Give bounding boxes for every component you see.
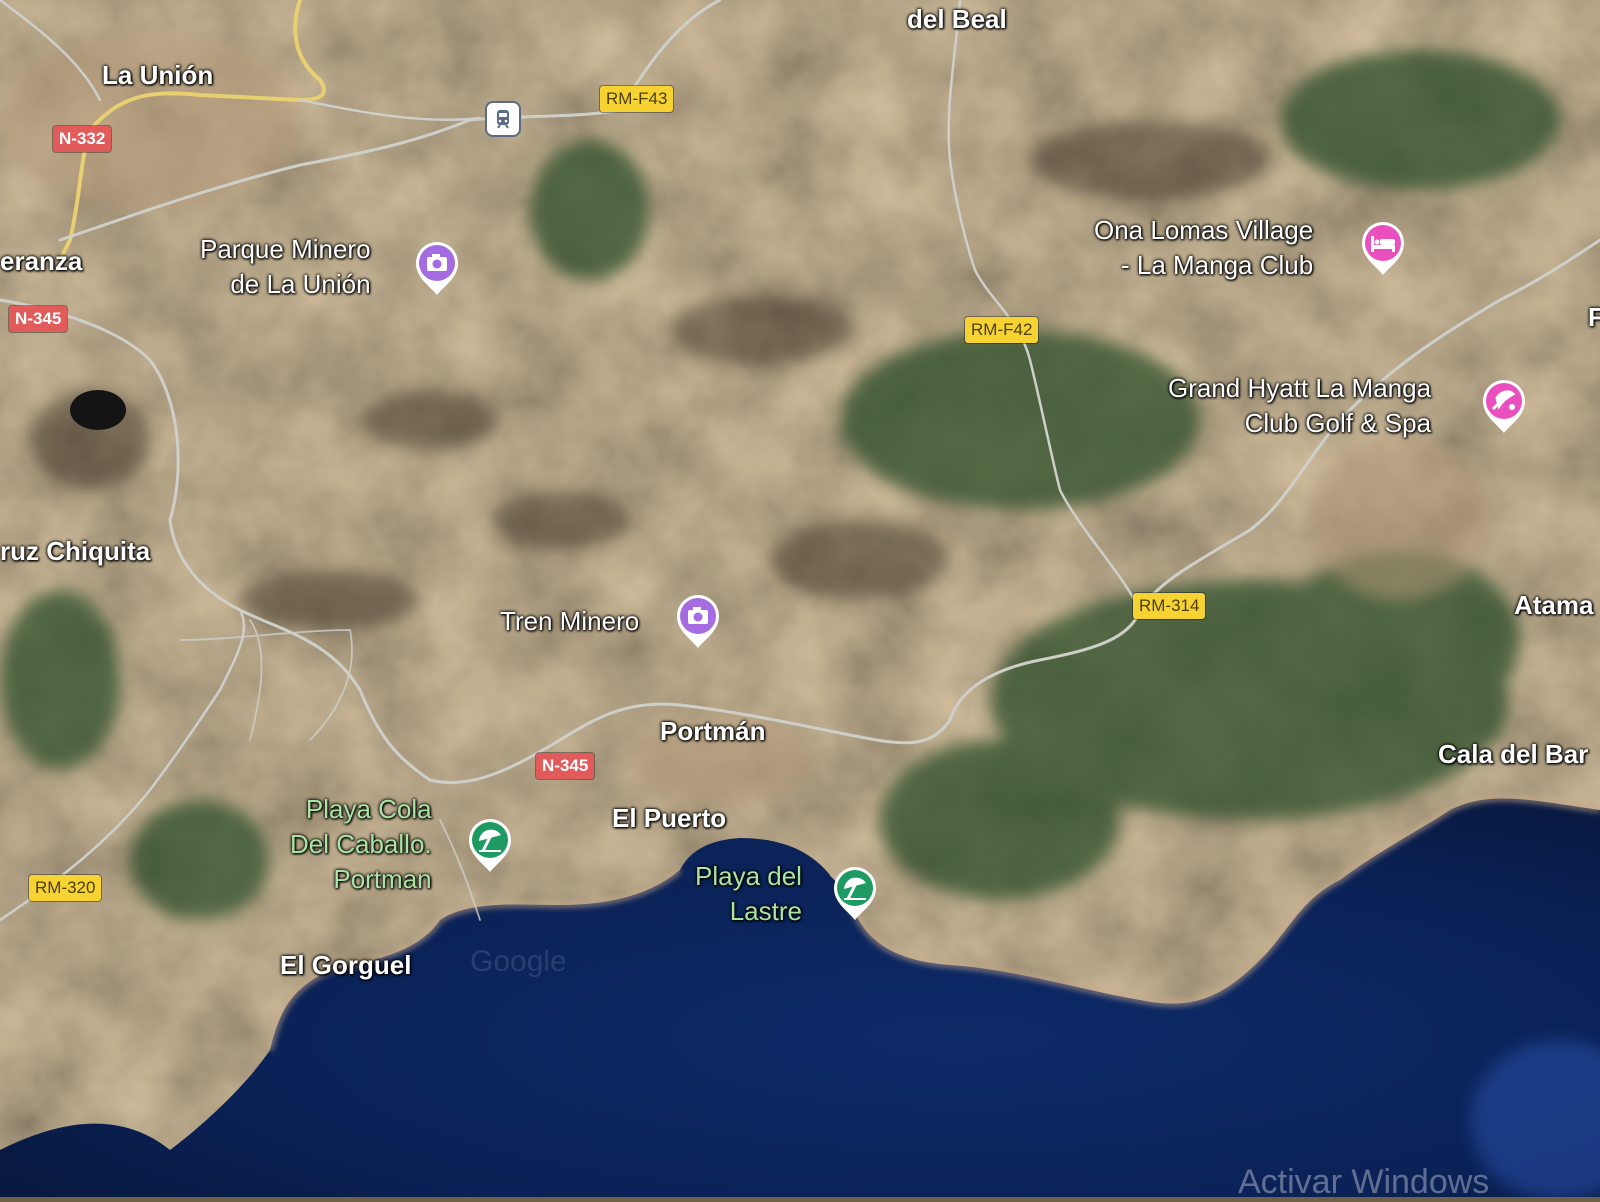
- place-label-del-beal: del Beal: [907, 4, 1007, 34]
- poi-name-line: Playa Cola: [305, 794, 432, 824]
- satellite-map[interactable]: [0, 0, 1600, 1197]
- camera-icon[interactable]: [673, 591, 723, 649]
- activate-windows-watermark: Activar Windows: [1238, 1163, 1490, 1201]
- place-label-el-gorguel: El Gorguel: [280, 950, 412, 980]
- road-shield-n345-west: N-345: [9, 306, 68, 332]
- road-shield-n332: N-332: [53, 126, 112, 152]
- place-label-eranza: eranza: [0, 246, 83, 276]
- beach-umbrella-icon[interactable]: [465, 815, 515, 873]
- poi-label-parque-minero[interactable]: Parque Minero de La Unión: [200, 232, 371, 302]
- poi-name-line: Parque Minero: [200, 234, 371, 264]
- poi-label-playa-lastre[interactable]: Playa del Lastre: [695, 859, 802, 929]
- poi-label-grand-hyatt[interactable]: Grand Hyatt La Manga Club Golf & Spa: [1168, 371, 1431, 441]
- road-shield-rm-314: RM-314: [1133, 593, 1206, 619]
- place-label-atama: Atama: [1514, 590, 1594, 620]
- poi-name-line: Lastre: [729, 896, 802, 926]
- road-shield-rm-320: RM-320: [29, 875, 102, 901]
- poi-name-line: Tren Minero: [500, 606, 640, 636]
- place-label-cala-del-bar: Cala del Bar: [1438, 739, 1589, 769]
- poi-name-line: Portman: [333, 864, 432, 894]
- road-shield-rm-f42: RM-F42: [965, 317, 1039, 343]
- place-label-cruz-chiquita: ruz Chiquita: [0, 536, 151, 566]
- reservoir: [70, 390, 126, 430]
- poi-name-line: de La Unión: [230, 269, 371, 299]
- poi-name-line: Playa del: [695, 861, 802, 891]
- hotel-bed-icon[interactable]: [1358, 218, 1408, 276]
- road-shield-n345-south: N-345: [536, 753, 595, 779]
- camera-icon[interactable]: [412, 238, 462, 296]
- poi-name-line: Del Caballo.: [290, 829, 432, 859]
- poi-name-line: Grand Hyatt La Manga: [1168, 373, 1432, 403]
- poi-name-line: - La Manga Club: [1120, 250, 1314, 280]
- place-label-edge: F: [1588, 302, 1600, 332]
- poi-label-playa-cola[interactable]: Playa Cola Del Caballo. Portman: [290, 792, 432, 897]
- poi-label-ona-lomas[interactable]: Ona Lomas Village - La Manga Club: [1094, 213, 1313, 283]
- poi-name-line: Ona Lomas Village: [1094, 215, 1314, 245]
- road-shield-rm-f43: RM-F43: [600, 86, 674, 112]
- poi-name-line: Club Golf & Spa: [1244, 408, 1432, 438]
- place-label-la-union: La Unión: [102, 60, 214, 90]
- google-watermark: Google: [470, 945, 567, 978]
- poi-label-tren-minero[interactable]: Tren Minero: [500, 604, 639, 639]
- train-station-icon[interactable]: [485, 101, 521, 137]
- place-label-el-puerto: El Puerto: [612, 803, 727, 833]
- spa-icon[interactable]: [1479, 376, 1529, 434]
- beach-umbrella-icon[interactable]: [830, 863, 880, 921]
- place-label-portman: Portmán: [660, 716, 766, 746]
